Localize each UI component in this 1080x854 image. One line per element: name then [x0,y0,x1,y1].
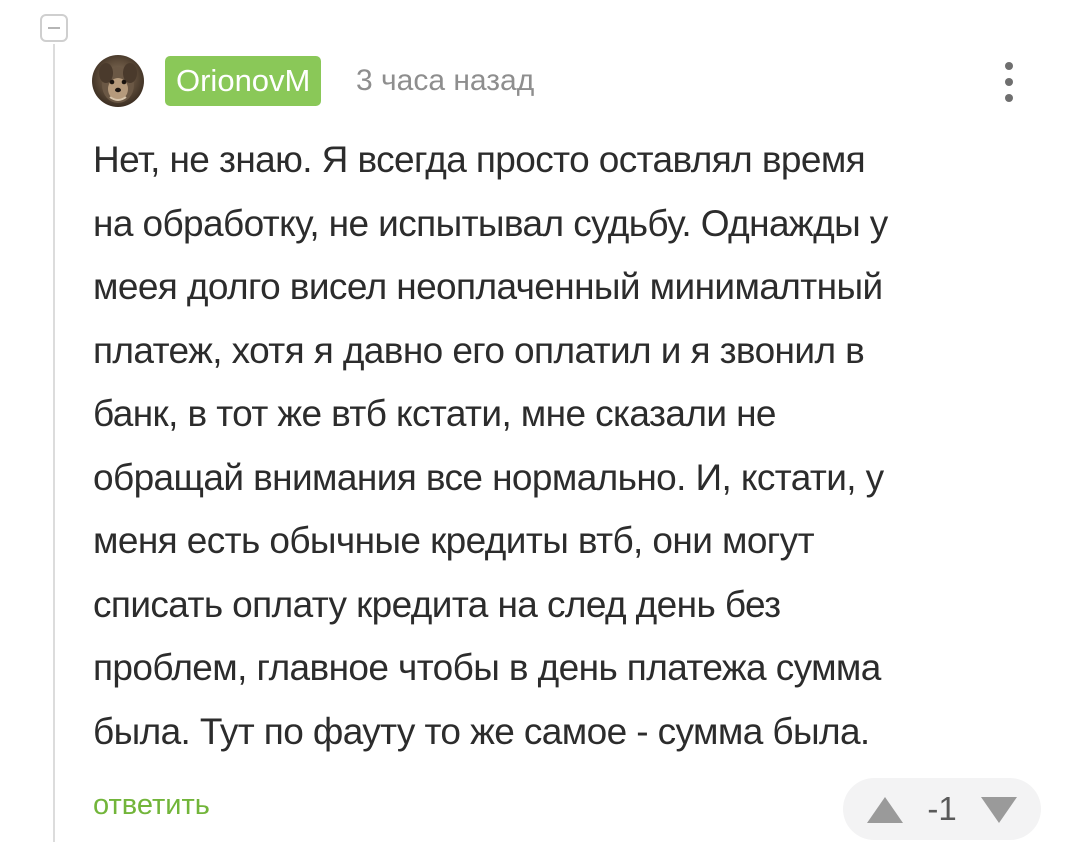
avatar-image [99,63,137,103]
triangle-down-icon [981,797,1017,823]
collapse-thread-button[interactable] [40,14,68,42]
downvote-button[interactable] [979,794,1019,826]
rating-value: -1 [927,790,957,827]
reply-link[interactable]: ответить [93,784,210,826]
menu-dot [1005,94,1013,102]
more-options-button[interactable] [992,58,1026,106]
comment-text: Нет, не знаю. Я всегда просто оставлял в… [93,139,888,752]
thread-line [53,44,55,842]
rating-widget: -1 [843,778,1041,840]
upvote-button[interactable] [865,794,905,826]
triangle-up-icon [867,797,903,823]
menu-dot [1005,62,1013,70]
username-badge[interactable]: OrionovM [165,56,322,106]
avatar[interactable] [92,55,144,107]
menu-dot [1005,78,1013,86]
comment-timestamp[interactable]: 3 часа назад [356,60,534,102]
